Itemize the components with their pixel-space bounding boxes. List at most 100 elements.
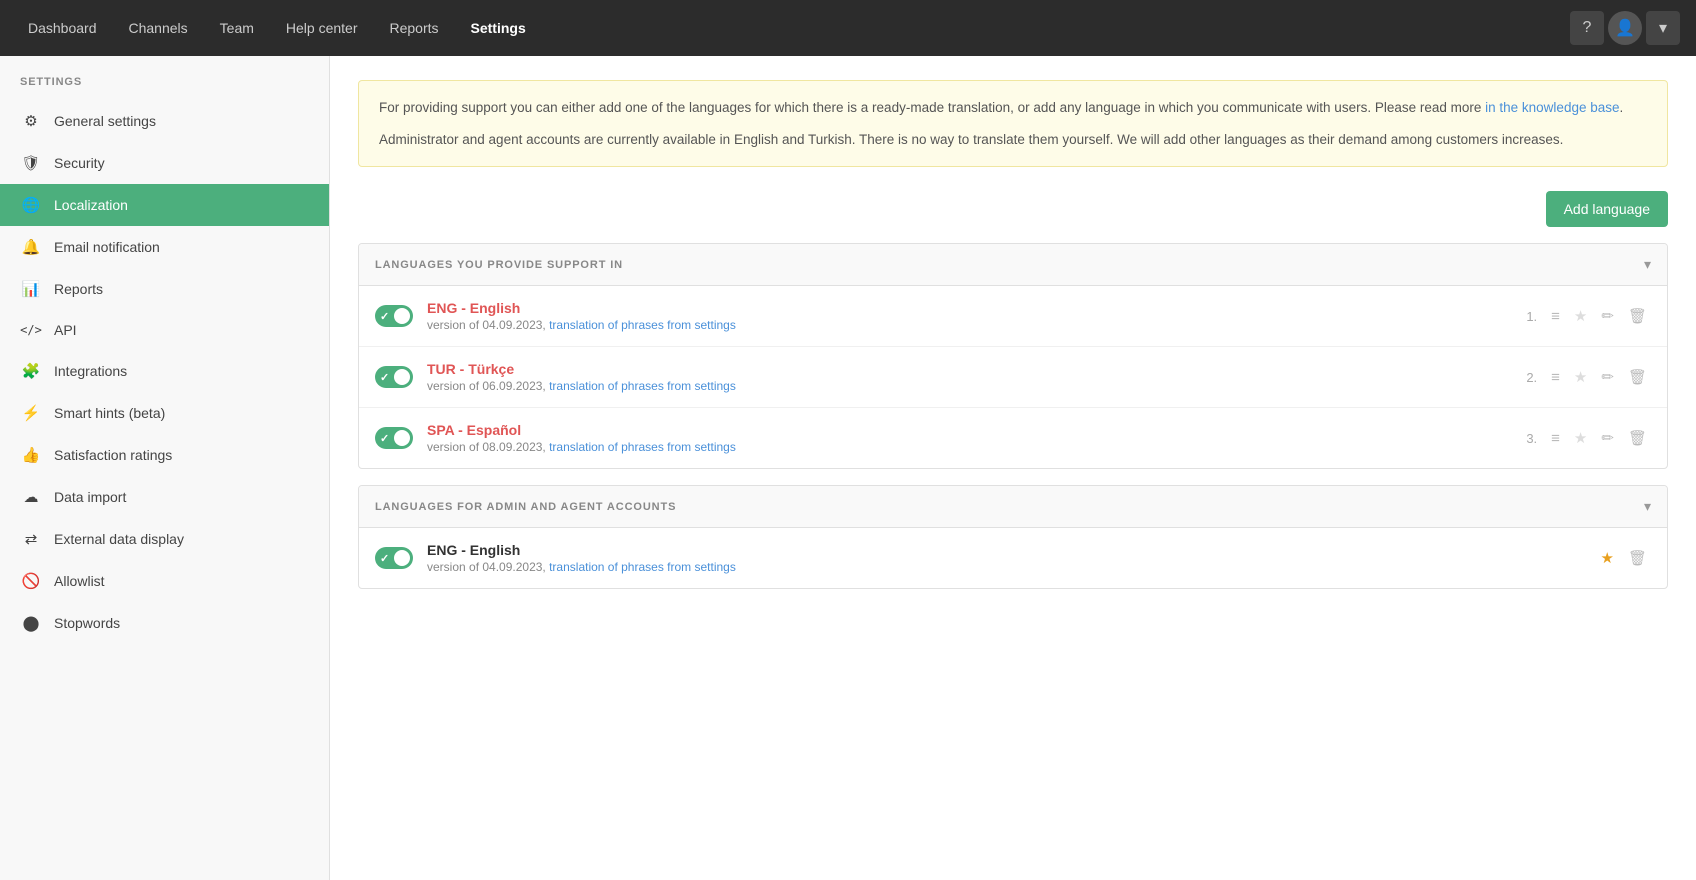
toggle-tur[interactable]: ✓ — [375, 366, 413, 388]
sidebar-item-api[interactable]: </> API — [0, 310, 329, 350]
sidebar-item-external-data[interactable]: ⇄ External data display — [0, 518, 329, 560]
nav-settings[interactable]: Settings — [459, 12, 538, 44]
lang-actions-spa: 3. ≡ ★ ✏ 🗑 — [1526, 425, 1651, 451]
add-language-button[interactable]: Add language — [1546, 191, 1668, 227]
admin-languages-section: LANGUAGES FOR ADMIN AND AGENT ACCOUNTS ▾… — [358, 485, 1668, 589]
globe-icon: 🌐 — [20, 196, 42, 214]
language-row-tur: ✓ TUR - Türkçe version of 06.09.2023, tr… — [359, 347, 1667, 408]
lang-name-tur: TUR - Türkçe — [427, 361, 1512, 377]
sidebar-item-label: Integrations — [54, 363, 127, 379]
sidebar-item-data-import[interactable]: ☁ Data import — [0, 476, 329, 518]
lang-info-eng: ENG - English version of 04.09.2023, tra… — [427, 300, 1512, 332]
sidebar-item-smart-hints[interactable]: ⚡ Smart hints (beta) — [0, 392, 329, 434]
app-layout: SETTINGS ⚙ General settings 🛡 Security 🌐… — [0, 56, 1696, 880]
star-icon-spa[interactable]: ★ — [1570, 425, 1591, 451]
sidebar-item-label: External data display — [54, 531, 184, 547]
star-icon-eng[interactable]: ★ — [1570, 303, 1591, 329]
gear-icon: ⚙ — [20, 112, 42, 130]
edit-icon-eng[interactable]: ✏ — [1597, 303, 1618, 329]
circle-icon: ⬤ — [20, 614, 42, 632]
header-row: Add language — [358, 191, 1668, 227]
toggle-eng[interactable]: ✓ — [375, 305, 413, 327]
info-text-1: For providing support you can either add… — [379, 100, 1485, 115]
lang-actions-eng: 1. ≡ ★ ✏ 🗑 — [1526, 303, 1651, 329]
sidebar-item-label: Stopwords — [54, 615, 120, 631]
lang-info-tur: TUR - Türkçe version of 06.09.2023, tran… — [427, 361, 1512, 393]
shield-icon: 🛡 — [20, 154, 42, 172]
sidebar-item-localization[interactable]: 🌐 Localization — [0, 184, 329, 226]
bell-icon: 🔔 — [20, 238, 42, 256]
api-icon: </> — [20, 323, 42, 337]
lang-num-eng: 1. — [1526, 309, 1537, 324]
language-row-spa: ✓ SPA - Español version of 08.09.2023, t… — [359, 408, 1667, 468]
sidebar-item-integrations[interactable]: 🧩 Integrations — [0, 350, 329, 392]
chevron-down-icon-admin[interactable]: ▾ — [1644, 498, 1651, 515]
edit-icon-tur[interactable]: ✏ — [1597, 364, 1618, 390]
knowledge-base-link[interactable]: in the knowledge base — [1485, 100, 1619, 115]
nav-channels[interactable]: Channels — [117, 12, 200, 44]
lang-actions-admin-eng: ★ 🗑 — [1597, 545, 1652, 571]
lang-num-spa: 3. — [1526, 431, 1537, 446]
lang-name-spa: SPA - Español — [427, 422, 1512, 438]
lang-actions-tur: 2. ≡ ★ ✏ 🗑 — [1526, 364, 1651, 390]
star-icon-tur[interactable]: ★ — [1570, 364, 1591, 390]
lang-version-spa: version of 08.09.2023, translation of ph… — [427, 440, 1512, 454]
reorder-icon-eng[interactable]: ≡ — [1547, 304, 1564, 329]
lang-num-tur: 2. — [1526, 370, 1537, 385]
translation-link-tur[interactable]: translation of phrases from settings — [549, 379, 736, 393]
toggle-admin-eng[interactable]: ✓ — [375, 547, 413, 569]
nav-help-center[interactable]: Help center — [274, 12, 370, 44]
chart-icon: 📊 — [20, 280, 42, 298]
sidebar-item-stopwords[interactable]: ⬤ Stopwords — [0, 602, 329, 644]
section-title-admin: LANGUAGES FOR ADMIN AND AGENT ACCOUNTS — [375, 501, 676, 513]
sidebar-item-satisfaction-ratings[interactable]: 👍 Satisfaction ratings — [0, 434, 329, 476]
sidebar-item-label: Smart hints (beta) — [54, 405, 165, 421]
exchange-icon: ⇄ — [20, 530, 42, 548]
sidebar-item-reports[interactable]: 📊 Reports — [0, 268, 329, 310]
info-banner: For providing support you can either add… — [358, 80, 1668, 167]
main-content: For providing support you can either add… — [330, 56, 1696, 880]
lang-version-admin-eng: version of 04.09.2023, translation of ph… — [427, 560, 1583, 574]
help-button[interactable]: ? — [1570, 11, 1604, 45]
chevron-down-icon[interactable]: ▾ — [1644, 256, 1651, 273]
sidebar-item-label: Satisfaction ratings — [54, 447, 172, 463]
puzzle-icon: 🧩 — [20, 362, 42, 380]
star-icon-admin-eng[interactable]: ★ — [1597, 545, 1618, 571]
info-text-3: Administrator and agent accounts are cur… — [379, 132, 1563, 147]
sidebar: SETTINGS ⚙ General settings 🛡 Security 🌐… — [0, 56, 330, 880]
section-title-support: LANGUAGES YOU PROVIDE SUPPORT IN — [375, 259, 623, 271]
sidebar-item-general-settings[interactable]: ⚙ General settings — [0, 100, 329, 142]
translation-link-eng[interactable]: translation of phrases from settings — [549, 318, 736, 332]
sidebar-item-email-notification[interactable]: 🔔 Email notification — [0, 226, 329, 268]
lang-info-spa: SPA - Español version of 08.09.2023, tra… — [427, 422, 1512, 454]
sidebar-item-allowlist[interactable]: 🚫 Allowlist — [0, 560, 329, 602]
sidebar-item-security[interactable]: 🛡 Security — [0, 142, 329, 184]
reorder-icon-tur[interactable]: ≡ — [1547, 365, 1564, 390]
sidebar-item-label: Localization — [54, 197, 128, 213]
edit-icon-spa[interactable]: ✏ — [1597, 425, 1618, 451]
delete-icon-spa[interactable]: 🗑 — [1624, 425, 1651, 451]
nav-dashboard[interactable]: Dashboard — [16, 12, 109, 44]
delete-icon-tur[interactable]: 🗑 — [1624, 364, 1651, 390]
nav-team[interactable]: Team — [208, 12, 266, 44]
cloud-icon: ☁ — [20, 488, 42, 506]
sidebar-item-label: Email notification — [54, 239, 160, 255]
delete-icon-admin-eng[interactable]: 🗑 — [1624, 545, 1651, 571]
sidebar-item-label: Data import — [54, 489, 126, 505]
user-menu-button[interactable]: ▾ — [1646, 11, 1680, 45]
translation-link-spa[interactable]: translation of phrases from settings — [549, 440, 736, 454]
sidebar-item-label: General settings — [54, 113, 156, 129]
toggle-spa[interactable]: ✓ — [375, 427, 413, 449]
lang-name-admin-eng: ENG - English — [427, 542, 1583, 558]
translation-link-admin-eng[interactable]: translation of phrases from settings — [549, 560, 736, 574]
sidebar-heading: SETTINGS — [0, 76, 329, 100]
nav-reports[interactable]: Reports — [377, 12, 450, 44]
language-row-admin-eng: ✓ ENG - English version of 04.09.2023, t… — [359, 528, 1667, 588]
user-avatar-button[interactable]: 👤 — [1608, 11, 1642, 45]
block-icon: 🚫 — [20, 572, 42, 590]
lang-version-tur: version of 06.09.2023, translation of ph… — [427, 379, 1512, 393]
language-row-eng: ✓ ENG - English version of 04.09.2023, t… — [359, 286, 1667, 347]
delete-icon-eng[interactable]: 🗑 — [1624, 303, 1651, 329]
section-header-admin: LANGUAGES FOR ADMIN AND AGENT ACCOUNTS ▾ — [359, 486, 1667, 528]
reorder-icon-spa[interactable]: ≡ — [1547, 426, 1564, 451]
